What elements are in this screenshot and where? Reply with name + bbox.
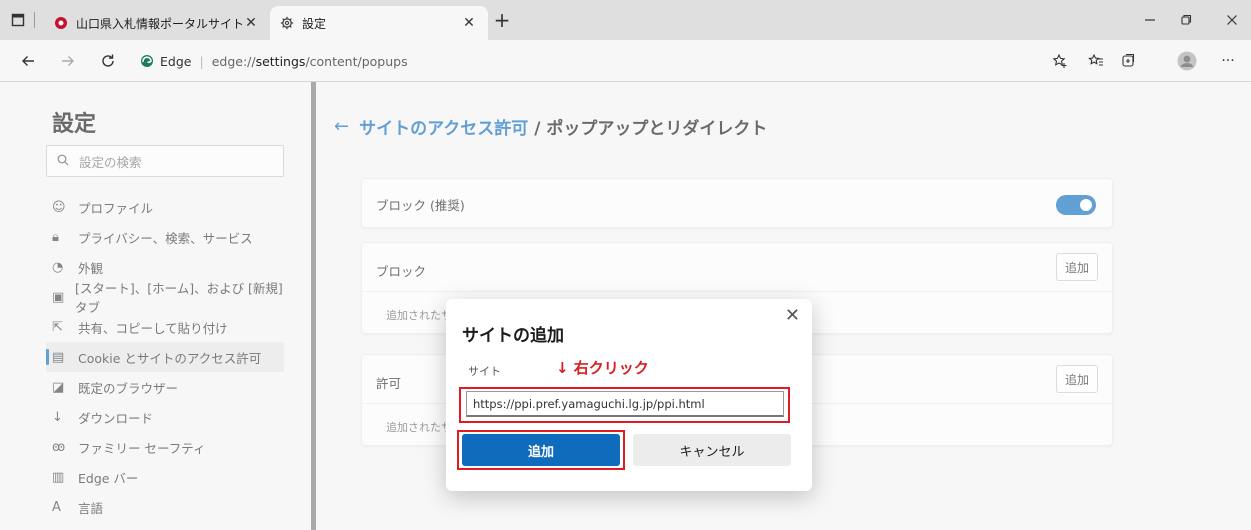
close-icon[interactable]: ✕: [785, 305, 800, 326]
address-bar[interactable]: Edge | edge://settings/content/popups: [140, 49, 408, 73]
tab-actions-icon[interactable]: [10, 12, 26, 28]
close-icon[interactable]: ✕: [242, 15, 260, 31]
close-icon[interactable]: ✕: [460, 15, 478, 31]
favorites-icon[interactable]: [1086, 51, 1106, 71]
edge-label: Edge: [160, 53, 192, 69]
title-bar: 山口県入札情報ポータルサイト-トッ ✕ 設定 ✕ +: [0, 0, 1251, 40]
cancel-button[interactable]: キャンセル: [633, 434, 791, 466]
collections-icon[interactable]: [1118, 51, 1138, 71]
url-path: /content/popups: [305, 53, 408, 69]
site-favicon-icon: [55, 17, 67, 29]
new-tab-button[interactable]: +: [490, 8, 514, 32]
right-click-annotation: ↓ 右クリック: [556, 359, 649, 377]
url-prefix: edge://: [211, 53, 256, 69]
dialog-title: サイトの追加: [462, 326, 564, 346]
close-window-icon[interactable]: [1222, 10, 1242, 30]
separator: [34, 12, 35, 28]
url-host: settings: [255, 53, 306, 69]
tab-settings[interactable]: 設定 ✕: [270, 6, 488, 40]
minimize-icon[interactable]: [1140, 10, 1160, 30]
add-favorite-icon[interactable]: [1050, 51, 1070, 71]
back-icon[interactable]: [18, 51, 38, 71]
site-field-label: サイト: [468, 365, 501, 378]
restore-icon[interactable]: [1176, 10, 1196, 30]
edge-logo-icon: [141, 55, 153, 67]
tab-title: 山口県入札情報ポータルサイト-トッ: [76, 16, 242, 31]
gear-icon: [280, 16, 294, 30]
add-site-dialog: サイトの追加 ✕ サイト ↓ 右クリック https://ppi.pref.ya…: [446, 299, 812, 491]
separator: |: [199, 53, 204, 69]
tab-title: 設定: [302, 16, 327, 31]
refresh-icon[interactable]: [98, 51, 118, 71]
highlight-box-input: [459, 387, 790, 423]
forward-icon[interactable]: [58, 51, 78, 71]
avatar[interactable]: [1176, 50, 1198, 72]
tab-yamaguchi[interactable]: 山口県入札情報ポータルサイト-トッ ✕: [44, 6, 270, 40]
highlight-box-button: [457, 430, 625, 470]
more-icon[interactable]: ···: [1218, 51, 1238, 71]
address-toolbar: Edge | edge://settings/content/popups ··…: [0, 40, 1251, 82]
